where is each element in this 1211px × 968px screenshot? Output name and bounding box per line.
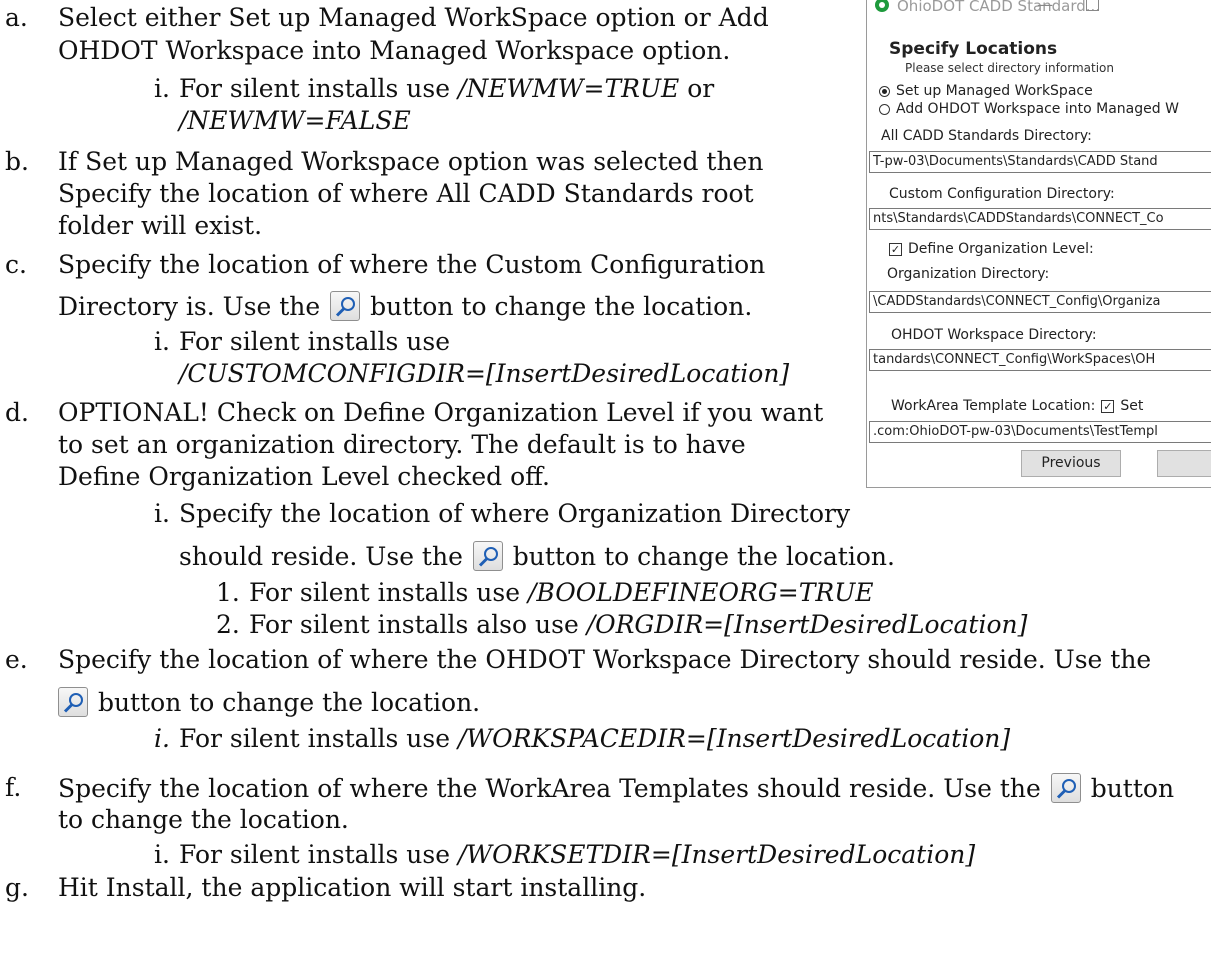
dialog-title: OhioDOT CADD Standard...	[897, 0, 1101, 15]
step-c-marker: c.	[5, 250, 27, 279]
step-e-i-marker: i.	[154, 724, 170, 753]
define-org-level-checkbox-row[interactable]: ✓ Define Organization Level:	[889, 241, 1094, 257]
dialog-subheading: Please select directory information	[905, 61, 1114, 75]
step-d-i-1-marker: 1.	[216, 578, 240, 607]
all-cadd-directory-field[interactable]: T-pw-03\Documents\Standards\CADD Stand	[869, 151, 1211, 173]
radio-add-label: Add OHDOT Workspace into Managed W	[896, 101, 1179, 117]
step-d-i-2-prefix: For silent installs also use	[249, 610, 587, 639]
step-e-line2: button to change the location.	[58, 687, 480, 718]
step-c-line1: Specify the location of where the Custom…	[58, 250, 766, 279]
step-c-i-code: /CUSTOMCONFIGDIR=[InsertDesiredLocation]	[179, 359, 790, 388]
step-b-marker: b.	[5, 147, 29, 176]
step-e-i-line: For silent installs use /WORKSPACEDIR=[I…	[179, 724, 1010, 754]
step-a-i-mid: or	[679, 74, 715, 103]
magnifier-browse-icon	[1050, 773, 1081, 803]
step-e-line2-text: button to change the location.	[90, 688, 481, 717]
installer-dialog: OhioDOT CADD Standard... — Specify Locat…	[866, 0, 1211, 488]
step-a-i-code2: /NEWMW=FALSE	[179, 106, 411, 135]
radio-setup-managed-workspace[interactable]: Set up Managed WorkSpace	[879, 83, 1093, 99]
custom-config-label: Custom Configuration Directory:	[889, 186, 1115, 202]
step-e-i-prefix: For silent installs use	[179, 724, 458, 753]
step-g-marker: g.	[5, 873, 29, 902]
step-a-i-code1: /NEWMW=TRUE	[457, 74, 680, 103]
app-icon	[875, 0, 889, 12]
step-f-marker: f.	[5, 773, 22, 802]
step-a-line2: OHDOT Workspace into Managed Workspace o…	[58, 36, 731, 65]
all-cadd-label: All CADD Standards Directory:	[881, 128, 1092, 144]
step-d-i-2-code: /ORGDIR=[InsertDesiredLocation]	[586, 610, 1028, 639]
org-directory-field[interactable]: \CADDStandards\CONNECT_Config\Organiza	[869, 291, 1211, 313]
step-a-line1: Select either Set up Managed WorkSpace o…	[58, 3, 769, 32]
step-d-i-line2a: should reside. Use the	[179, 542, 471, 571]
step-d-i-line2: should reside. Use the button to change …	[179, 541, 895, 572]
template-location-field[interactable]: .com:OhioDOT-pw-03\Documents\TestTempl	[869, 421, 1211, 443]
step-a-i-marker: i.	[154, 74, 170, 103]
custom-config-directory-field[interactable]: nts\Standards\CADDStandards\CONNECT_Co	[869, 208, 1211, 230]
step-f-line1b: button	[1082, 774, 1175, 803]
step-d-i-1-code: /BOOLDEFINEORG=TRUE	[527, 578, 874, 607]
template-location-row: WorkArea Template Location: ✓ Set	[891, 398, 1143, 414]
step-d-line3: Define Organization Level checked off.	[58, 462, 550, 491]
step-d-i-1-line: For silent installs use /BOOLDEFINEORG=T…	[249, 578, 874, 608]
maximize-icon[interactable]	[1086, 0, 1099, 11]
radio-add-ohdot-workspace[interactable]: Add OHDOT Workspace into Managed W	[879, 101, 1179, 117]
step-d-i-1-prefix: For silent installs use	[249, 578, 528, 607]
step-d-marker: d.	[5, 398, 29, 427]
step-f-i-code: /WORKSETDIR=[InsertDesiredLocation]	[457, 840, 976, 869]
step-f-line2: to change the location.	[58, 805, 349, 834]
step-b-line2: Specify the location of where All CADD S…	[58, 179, 754, 208]
step-d-i-marker: i.	[154, 499, 170, 528]
template-location-label: WorkArea Template Location:	[891, 398, 1096, 414]
step-e-i-code: /WORKSPACEDIR=[InsertDesiredLocation]	[457, 724, 1011, 753]
step-d-line1: OPTIONAL! Check on Define Organization L…	[58, 398, 824, 427]
magnifier-browse-icon	[330, 291, 361, 321]
step-c-i-text: For silent installs use	[179, 327, 451, 356]
minimize-icon[interactable]: —	[1037, 0, 1053, 14]
step-d-i-line1: Specify the location of where Organizati…	[179, 499, 851, 528]
workspace-dir-label: OHDOT Workspace Directory:	[891, 327, 1097, 343]
step-d-line2: to set an organization directory. The de…	[58, 430, 746, 459]
previous-button[interactable]: Previous	[1021, 450, 1121, 477]
checkbox-checked-icon[interactable]: ✓	[889, 242, 902, 256]
step-d-i-line2b: button to change the location.	[504, 542, 895, 571]
radio-setup-label: Set up Managed WorkSpace	[896, 83, 1093, 99]
step-d-i-2-marker: 2.	[216, 610, 240, 639]
step-c-i-marker: i.	[154, 327, 170, 356]
step-g-text: Hit Install, the application will start …	[58, 873, 647, 902]
step-f-i-prefix: For silent installs use	[179, 840, 458, 869]
org-dir-label: Organization Directory:	[887, 266, 1050, 282]
define-org-level-label: Define Organization Level:	[908, 241, 1094, 257]
dialog-heading: Specify Locations	[889, 39, 1058, 59]
checkbox-checked-icon[interactable]: ✓	[1101, 399, 1115, 413]
step-c-line2b: button to change the location.	[362, 292, 753, 321]
step-d-i-2-line: For silent installs also use /ORGDIR=[In…	[249, 610, 1027, 640]
step-c-line2a: Directory is. Use the	[58, 292, 329, 321]
step-a-marker: a.	[5, 3, 28, 32]
step-f-i-marker: i.	[154, 840, 170, 869]
magnifier-browse-icon	[58, 687, 88, 717]
step-b-line3: folder will exist.	[58, 211, 263, 240]
step-b-line1: If Set up Managed Workspace option was s…	[58, 147, 764, 176]
step-c-line2: Directory is. Use the button to change t…	[58, 291, 752, 322]
radio-selected-icon[interactable]	[879, 85, 890, 97]
step-f-line1a: Specify the location of where the WorkAr…	[58, 774, 1049, 803]
radio-unselected-icon[interactable]	[879, 103, 890, 115]
step-e-marker: e.	[5, 645, 28, 674]
workspace-directory-field[interactable]: tandards\CONNECT_Config\WorkSpaces\OH	[869, 349, 1211, 371]
step-a-i-prefix: For silent installs use	[179, 74, 458, 103]
step-a-i-line1: For silent installs use /NEWMW=TRUE or	[179, 74, 714, 104]
step-e-line1: Specify the location of where the OHDOT …	[58, 645, 1152, 674]
next-button[interactable]	[1157, 450, 1211, 477]
step-f-line1: Specify the location of where the WorkAr…	[58, 773, 1174, 804]
template-set-label: Set	[1120, 398, 1144, 414]
step-f-i-line: For silent installs use /WORKSETDIR=[Ins…	[179, 840, 975, 870]
magnifier-browse-icon	[472, 541, 503, 571]
